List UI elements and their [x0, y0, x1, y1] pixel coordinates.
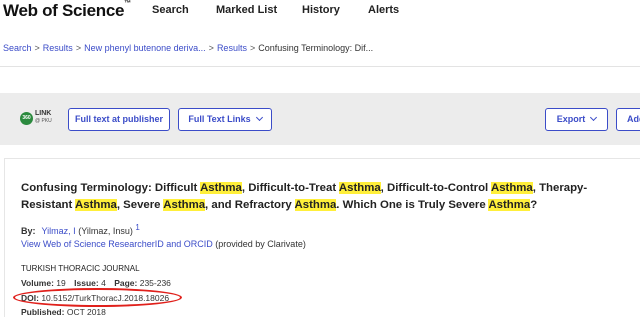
breadcrumb-separator: >	[34, 43, 40, 53]
record-toolbar: 360 LINK @ PKU Full text at publisher Fu…	[0, 93, 640, 145]
export-button[interactable]: Export	[545, 108, 608, 131]
published-label: Published:	[21, 307, 65, 317]
full-text-links-button[interactable]: Full Text Links	[178, 108, 272, 131]
record-title: Confusing Terminology: Difficult Asthma,…	[21, 180, 631, 214]
page-value: 235-236	[139, 278, 171, 288]
title-text: , Severe	[116, 199, 164, 211]
link-badge-label: LINK	[35, 110, 52, 117]
researcher-id-link[interactable]: View Web of Science ResearcherID and ORC…	[21, 239, 213, 249]
search-term-highlight: Asthma	[200, 182, 242, 194]
researcher-id-provider: (provided by Clarivate)	[215, 239, 306, 249]
top-nav: Web of Science™ Search Marked List Histo…	[0, 0, 640, 22]
title-text: , Difficult-to-Control	[380, 182, 491, 194]
title-text: ?	[530, 199, 538, 211]
published-value: OCT 2018	[66, 307, 106, 317]
chevron-down-icon	[255, 113, 263, 122]
breadcrumb-separator: >	[249, 43, 256, 53]
author-affiliation-sup[interactable]: 1	[135, 223, 139, 232]
divider	[0, 66, 640, 67]
authors-line: By: Yilmaz, I (Yilmaz, Insu) 1	[21, 223, 140, 236]
nav-marked-list[interactable]: Marked List	[216, 4, 277, 16]
title-text: , and Refractory	[205, 199, 295, 211]
nav-search[interactable]: Search	[152, 4, 189, 16]
volume-label: Volume:	[21, 278, 54, 288]
full-text-publisher-button[interactable]: Full text at publisher	[68, 108, 170, 131]
title-text: Confusing Terminology: Difficult	[21, 182, 201, 194]
by-label: By:	[21, 226, 36, 236]
search-term-highlight: Asthma	[75, 199, 117, 211]
issue-label: Issue:	[74, 278, 99, 288]
nav-alerts[interactable]: Alerts	[368, 4, 399, 16]
search-term-highlight: Asthma	[163, 199, 206, 211]
doi-highlight-annotation	[13, 288, 182, 307]
link-badge-sublabel: @ PKU	[35, 118, 52, 124]
nav-history[interactable]: History	[302, 4, 340, 16]
author-full-name: (Yilmaz, Insu)	[78, 226, 133, 236]
add-to-marked-list-button[interactable]: Add	[616, 108, 640, 131]
published-line: Published: OCT 2018	[21, 307, 106, 317]
journal-name[interactable]: TURKISH THORACIC JOURNAL	[21, 264, 140, 273]
search-term-highlight: Asthma	[294, 199, 337, 211]
issue-value: 4	[101, 278, 106, 288]
brand-logo[interactable]: Web of Science™	[3, 0, 131, 21]
breadcrumb: Search > Results > New phenyl butenone deriv…	[3, 43, 373, 53]
title-text: . Which One is Truly Severe	[336, 199, 489, 211]
title-text: , Difficult-to-Treat	[241, 182, 339, 194]
breadcrumb-results-2[interactable]: Results	[217, 43, 247, 53]
breadcrumb-current: Confusing Terminology: Dif...	[258, 43, 374, 53]
volume-value: 19	[56, 278, 66, 288]
link-badge-icon: 360	[20, 112, 33, 125]
volume-issue-pages: Volume: 19 Issue: 4 Page: 235-236	[21, 278, 177, 288]
link-resolver-badge[interactable]: 360 LINK @ PKU	[20, 110, 60, 128]
breadcrumb-separator: >	[208, 43, 214, 53]
chevron-down-icon	[590, 113, 598, 122]
search-term-highlight: Asthma	[488, 199, 531, 211]
breadcrumb-search[interactable]: Search	[3, 43, 32, 53]
breadcrumb-results[interactable]: Results	[43, 43, 73, 53]
breadcrumb-query[interactable]: New phenyl butenone deriva...	[84, 43, 206, 53]
search-term-highlight: Asthma	[490, 182, 533, 194]
author-link[interactable]: Yilmaz, I	[42, 226, 76, 236]
researcher-id-line: View Web of Science ResearcherID and ORC…	[21, 239, 306, 249]
search-term-highlight: Asthma	[338, 182, 381, 194]
breadcrumb-separator: >	[75, 43, 82, 53]
page-label: Page:	[114, 278, 138, 288]
